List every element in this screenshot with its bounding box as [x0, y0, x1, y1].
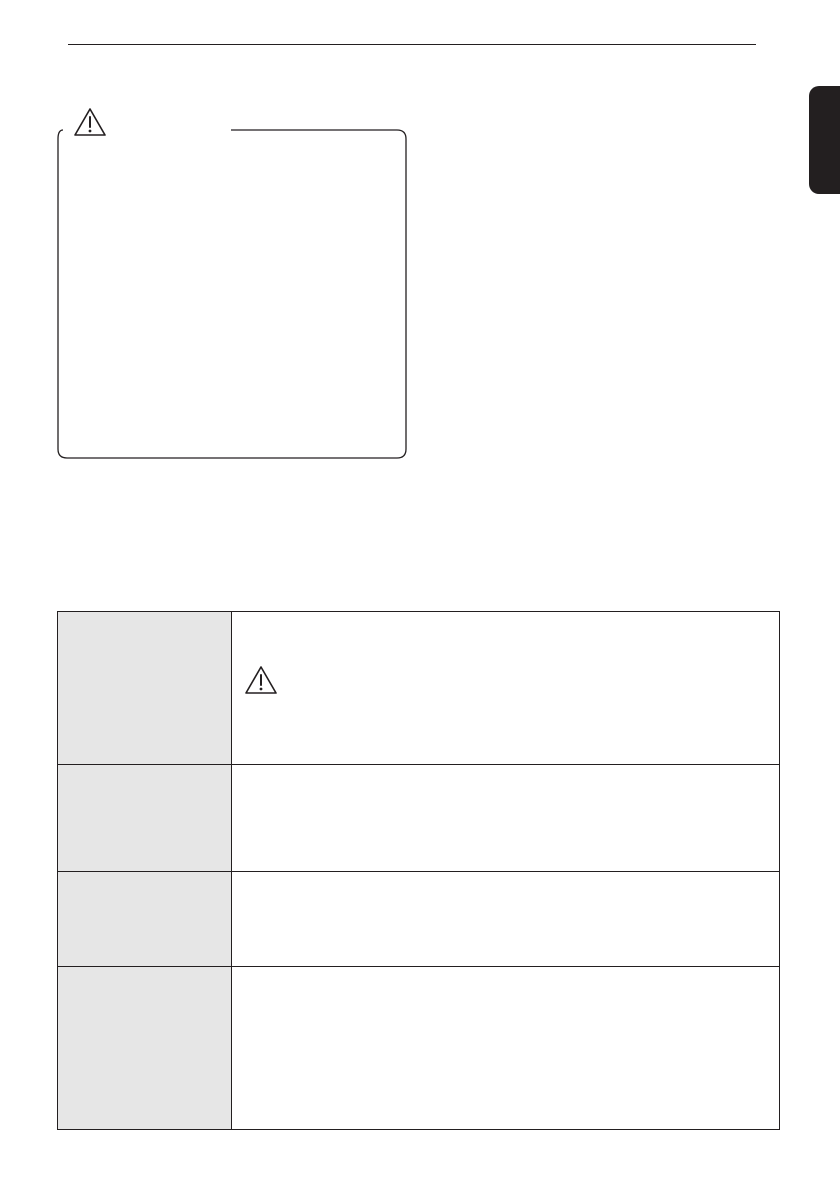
caution-box — [57, 108, 407, 459]
row-content-cell — [231, 611, 780, 765]
header-rule — [68, 44, 756, 45]
row-label-cell — [57, 871, 232, 967]
table-row — [57, 871, 780, 967]
row-label-cell — [57, 611, 232, 765]
warning-triangle-icon — [74, 108, 106, 136]
language-side-tab — [809, 86, 840, 194]
caution-box-frame — [57, 129, 407, 459]
spec-table — [57, 611, 780, 1130]
warning-triangle-icon — [245, 666, 277, 694]
table-row — [57, 966, 780, 1130]
row-content-cell — [231, 966, 780, 1130]
row-content-cell — [231, 764, 780, 872]
table-row — [57, 764, 780, 872]
row-label-cell — [57, 966, 232, 1130]
table-row — [57, 611, 780, 765]
row-content-cell — [231, 871, 780, 967]
row-label-cell — [57, 764, 232, 872]
